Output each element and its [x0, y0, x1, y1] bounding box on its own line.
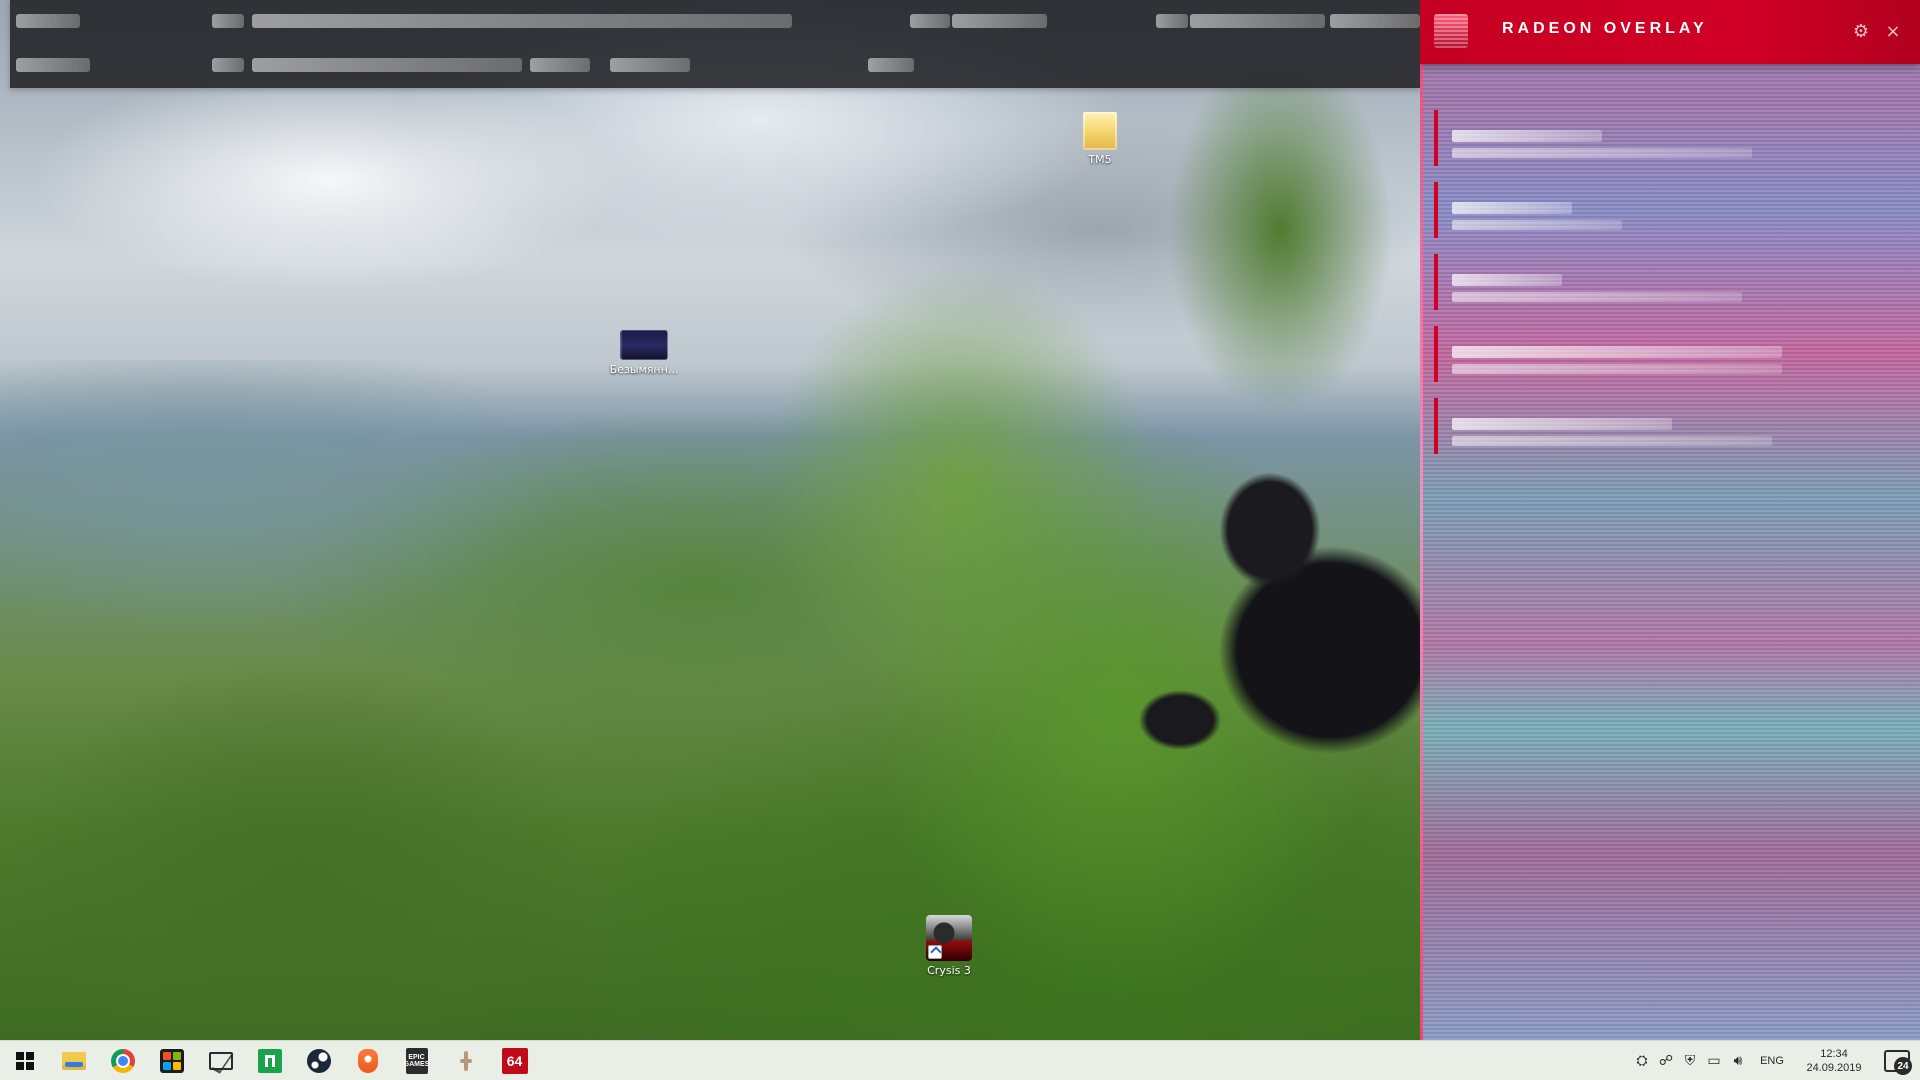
blurred-text — [252, 14, 792, 28]
notifications-button[interactable]: 24 — [1874, 1041, 1920, 1080]
blurred-text — [910, 14, 950, 28]
radeon-overlay-list — [1434, 110, 1904, 470]
radeon-overlay-panel[interactable]: RADEON OVERLAY ⚙ × — [1420, 0, 1920, 1040]
taskbar-mail[interactable] — [196, 1041, 245, 1080]
taskbar-origin[interactable] — [343, 1041, 392, 1080]
blurred-item-subtitle — [1452, 364, 1782, 374]
wallpaper-gorilla — [1120, 460, 1420, 780]
blurred-text — [16, 58, 90, 72]
taskbar-ubisoft[interactable] — [441, 1041, 490, 1080]
desktop[interactable]: TM5 Безымянн... Crysis 3 RADEON OVERLAY … — [0, 0, 1920, 1040]
radeon-overlay-item[interactable] — [1434, 254, 1904, 310]
taskbar-aida64[interactable]: 64 — [490, 1041, 539, 1080]
settings-icon[interactable]: ⛭ — [1630, 1041, 1654, 1080]
radeon-overlay-item[interactable] — [1434, 110, 1904, 166]
pc-icon[interactable]: ▭ — [1702, 1041, 1726, 1080]
blurred-item-subtitle — [1452, 220, 1622, 230]
taskbar-green-app[interactable] — [245, 1041, 294, 1080]
desktop-icon-crysis-3[interactable]: Crysis 3 — [906, 915, 992, 977]
blurred-item-subtitle — [1452, 292, 1742, 302]
blurred-item-subtitle — [1452, 148, 1752, 158]
blurred-text — [610, 58, 690, 72]
green-square-icon — [257, 1049, 282, 1073]
clock[interactable]: 12:34 24.09.2019 — [1794, 1041, 1874, 1080]
top-translucent-bar — [10, 0, 1420, 88]
blurred-text — [952, 14, 1047, 28]
store-icon — [159, 1049, 184, 1073]
desktop-icon-label: TM5 — [1088, 153, 1112, 166]
desktop-icon-tm5[interactable]: TM5 — [1057, 112, 1143, 166]
ubisoft-icon — [454, 1049, 478, 1073]
radeon-overlay-item[interactable] — [1434, 326, 1904, 382]
blurred-text — [530, 58, 590, 72]
taskbar-pinned: EPIC GAMES 64 — [0, 1041, 539, 1080]
taskbar-steam[interactable] — [294, 1041, 343, 1080]
blurred-text — [1330, 14, 1420, 28]
taskbar: EPIC GAMES 64 ⛭ ☍ ⛨ ▭ 🔊︎ ENG 12:34 24.09… — [0, 1040, 1920, 1080]
blurred-text — [16, 14, 80, 28]
blurred-text — [212, 58, 244, 72]
steam-icon — [306, 1049, 331, 1073]
taskbar-epic-games[interactable]: EPIC GAMES — [392, 1041, 441, 1080]
desktop-icon-label: Crysis 3 — [927, 964, 971, 977]
chrome-icon — [110, 1049, 135, 1073]
blurred-text — [252, 58, 522, 72]
blurred-text — [212, 14, 244, 28]
top-bar-row-1 — [10, 0, 1420, 44]
blurred-item-title — [1452, 274, 1562, 286]
radeon-overlay-item[interactable] — [1434, 398, 1904, 454]
aida64-icon: 64 — [501, 1048, 528, 1074]
top-bar-row-2 — [10, 44, 1420, 88]
taskbar-chrome[interactable] — [98, 1041, 147, 1080]
blurred-item-title — [1452, 418, 1672, 430]
blurred-item-subtitle — [1452, 436, 1772, 446]
blurred-item-title — [1452, 130, 1602, 142]
clock-time: 12:34 — [1820, 1048, 1848, 1060]
desktop-icon-label: Безымянн... — [609, 363, 679, 376]
mail-icon — [208, 1052, 233, 1070]
desktop-icon-image-file[interactable]: Безымянн... — [601, 330, 687, 376]
radeon-overlay-header: RADEON OVERLAY ⚙ × — [1420, 0, 1920, 64]
language-indicator[interactable]: ENG — [1750, 1041, 1794, 1080]
windows-icon — [15, 1052, 34, 1070]
blurred-text — [1156, 14, 1188, 28]
volume-icon[interactable]: 🔊︎ — [1726, 1041, 1750, 1080]
close-icon[interactable]: × — [1880, 18, 1906, 44]
origin-icon — [357, 1049, 378, 1073]
notification-count-badge: 24 — [1894, 1057, 1912, 1075]
overlay-left-border — [1420, 0, 1423, 1040]
taskbar-file-explorer[interactable] — [49, 1041, 98, 1080]
blurred-item-title — [1452, 346, 1782, 358]
epic-icon: EPIC GAMES — [404, 1048, 429, 1074]
radeon-overlay-title: RADEON OVERLAY — [1502, 20, 1708, 37]
system-tray: ⛭ ☍ ⛨ ▭ 🔊︎ ENG 12:34 24.09.2019 24 — [1630, 1041, 1920, 1080]
radeon-logo — [1434, 14, 1468, 48]
start-button[interactable] — [0, 1041, 49, 1080]
blurred-text — [868, 58, 914, 72]
shortcut-arrow-icon — [928, 945, 942, 959]
blurred-text — [1190, 14, 1325, 28]
clock-date: 24.09.2019 — [1806, 1062, 1862, 1074]
image-file-icon — [620, 330, 668, 360]
network-icon[interactable]: ☍ — [1654, 1041, 1678, 1080]
folder-icon — [1083, 112, 1117, 150]
radeon-overlay-item[interactable] — [1434, 182, 1904, 238]
taskbar-store[interactable] — [147, 1041, 196, 1080]
folder-icon — [61, 1052, 86, 1070]
blurred-item-title — [1452, 202, 1572, 214]
gear-icon[interactable]: ⚙ — [1848, 18, 1874, 44]
security-icon[interactable]: ⛨ — [1678, 1041, 1702, 1080]
